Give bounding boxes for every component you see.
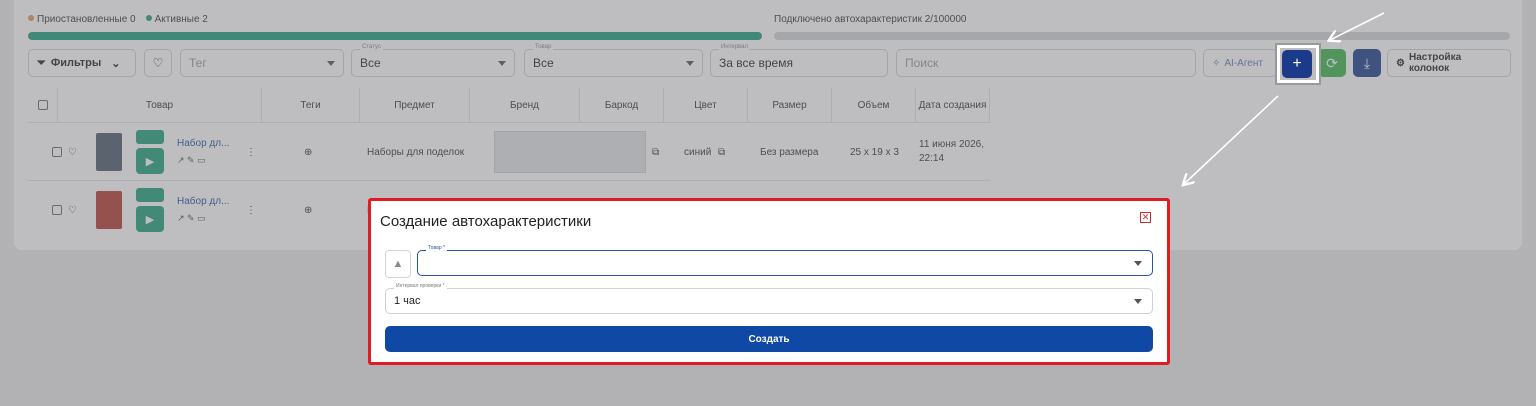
modal-title: Создание автохарактеристики <box>380 213 592 230</box>
product-field[interactable]: Товар * <box>417 245 1153 276</box>
chevron-down-icon <box>1134 261 1142 266</box>
create-autocharacteristic-modal: Создание автохарактеристики ✕ ▲ Товар * … <box>368 198 1170 365</box>
image-placeholder-icon: ▲ <box>385 250 411 278</box>
chevron-down-icon <box>1134 299 1142 304</box>
close-icon[interactable]: ✕ <box>1140 212 1151 223</box>
create-button[interactable]: Создать <box>385 326 1153 352</box>
check-interval-field[interactable]: Интервал проверки * 1 час <box>385 283 1153 314</box>
